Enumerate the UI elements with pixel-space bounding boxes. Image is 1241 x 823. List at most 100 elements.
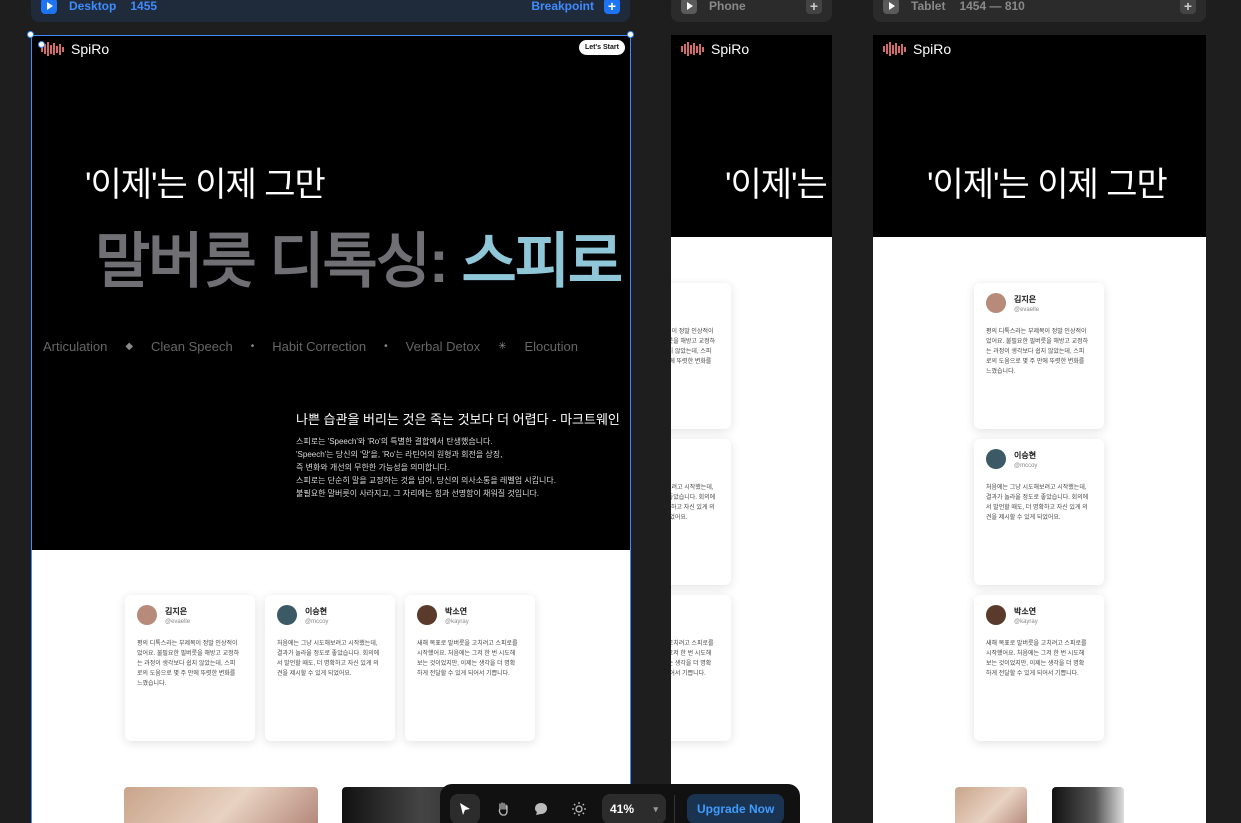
hand-tool-button[interactable] bbox=[488, 794, 518, 823]
reviewer-handle: @kayray bbox=[445, 618, 469, 625]
intro-line: 'Speech'는 당신의 '말'을, 'Ro'는 라틴어의 원형과 회전을 상… bbox=[296, 450, 503, 459]
intro-line: 스피로는 단순히 말을 교정하는 것을 넘어, 당신의 의사소통을 레벨업 시킵… bbox=[296, 476, 556, 485]
reviewer-handle: @evaelle bbox=[165, 618, 191, 625]
preview-play-icon[interactable] bbox=[883, 0, 899, 14]
avatar bbox=[277, 605, 297, 625]
testimonial-card[interactable]: 김지은@evaelle 평의 디톡스라는 부제목이 정말 인상적이 었어요. 불… bbox=[671, 283, 731, 429]
hero-title-accent: 스피로 bbox=[461, 228, 624, 295]
add-breakpoint-button[interactable]: + bbox=[806, 0, 822, 14]
avatar bbox=[986, 605, 1006, 625]
testimonial-card[interactable]: 박소연@kayray 새해 목표로 말버릇을 고치려고 스피로를 시작했어요. … bbox=[671, 595, 731, 741]
reviewer-name: 이승현 bbox=[1014, 450, 1037, 460]
diamond-icon: ◆ bbox=[125, 341, 134, 352]
breakpoint-header-desktop[interactable]: Desktop 1455 Breakpoint + bbox=[31, 0, 630, 22]
select-tool-button[interactable] bbox=[450, 794, 480, 823]
phone-frame[interactable]: SpiRo '이제'는 이제 그만 김지은@evaelle 평의 디톡스라는 부… bbox=[671, 35, 832, 823]
desktop-frame[interactable]: SpiRo Let's Start '이제'는 이제 그만 말버릇 디톡싱: 스… bbox=[31, 35, 630, 823]
review-text: 처음에는 그냥 시도해보려고 시작했는데, 결과가 놀라울 정도로 좋았습니다.… bbox=[986, 485, 1089, 521]
marquee-item: Articulation bbox=[43, 339, 108, 354]
review-text: 새해 목표로 말버릇을 고치려고 스피로를 시작했어요. 처음에는 그저 한 번… bbox=[986, 641, 1087, 677]
resize-handle[interactable] bbox=[38, 41, 45, 48]
zoom-value: 41% bbox=[610, 802, 635, 816]
hero-subtitle: '이제'는 이제 그만 bbox=[927, 166, 1168, 204]
hero-subtitle: '이제'는 이제 그만 bbox=[725, 166, 832, 204]
comment-tool-button[interactable] bbox=[526, 794, 556, 823]
review-text: 새해 목표로 말버릇을 고치려고 스피로를 시작했어요. 처음에는 그저 한 번… bbox=[417, 641, 518, 677]
theme-toggle-button[interactable] bbox=[564, 794, 594, 823]
preview-play-icon[interactable] bbox=[41, 0, 57, 14]
hand-icon bbox=[498, 802, 508, 816]
intro-line: 즉 변화와 개선의 무한한 가능성을 의미합니다. bbox=[296, 463, 450, 472]
reviewer-handle: @mccoy bbox=[305, 618, 329, 625]
marquee-item: Habit Correction bbox=[272, 339, 367, 354]
resize-handle[interactable] bbox=[27, 31, 34, 38]
reviewer-name: 박소연 bbox=[1014, 606, 1037, 616]
keyword-marquee: Articulation ◆ Clean Speech • Habit Correc… bbox=[43, 339, 578, 354]
review-text: 새해 목표로 말버릇을 고치려고 스피로를 시작했어요. 처음에는 그저 한 번… bbox=[671, 641, 714, 677]
add-breakpoint-button[interactable]: + bbox=[604, 0, 620, 14]
hero-title: 말버릇 디톡싱: 스피로 bbox=[95, 213, 624, 300]
reviewer-handle: @mccoy bbox=[1014, 462, 1038, 469]
intro-line: 스피로는 'Speech'와 'Ro'의 특별한 결합에서 탄생했습니다. bbox=[296, 437, 493, 446]
breakpoint-header-phone[interactable]: Phone + bbox=[671, 0, 832, 22]
testimonial-card[interactable]: 이승현 @mccoy 처음에는 그냥 시도해보려고 시작했는데, 결과가 놀라울 … bbox=[265, 595, 395, 741]
breakpoint-header-tablet[interactable]: Tablet 1454 — 810 + bbox=[873, 0, 1206, 22]
breakpoint-name: Tablet bbox=[911, 0, 946, 13]
upgrade-now-button[interactable]: Upgrade Now bbox=[687, 794, 785, 823]
logo-wave-icon bbox=[681, 42, 705, 56]
hero-title-grey: 말버릇 디톡싱: bbox=[95, 228, 462, 295]
intro-paragraph: 스피로는 'Speech'와 'Ro'의 특별한 결합에서 탄생했습니다. 'S… bbox=[296, 435, 556, 500]
intro-line: 불필요한 말버릇이 사라지고, 그 자리에는 힘과 선명함이 채워질 것입니다. bbox=[296, 489, 540, 498]
site-logo[interactable]: SpiRo bbox=[681, 41, 749, 57]
photo-thumbnail bbox=[955, 787, 1027, 823]
review-text: 처음에는 그냥 시도해보려고 시작했는데, 결과가 놀라울 정도로 좋았습니다.… bbox=[277, 641, 380, 677]
resize-handle[interactable] bbox=[627, 31, 634, 38]
design-canvas[interactable]: Desktop 1455 Breakpoint + Phone + Tablet… bbox=[0, 0, 1241, 823]
add-breakpoint-button[interactable]: + bbox=[1180, 0, 1196, 14]
avatar bbox=[417, 605, 437, 625]
site-logo[interactable]: SpiRo bbox=[41, 41, 109, 57]
zoom-select[interactable]: 41% ▾ bbox=[602, 794, 666, 823]
site-logo[interactable]: SpiRo bbox=[883, 41, 951, 57]
preview-play-icon[interactable] bbox=[681, 0, 697, 14]
tablet-frame[interactable]: SpiRo '이제'는 이제 그만 김지은 @evaelle 평의 디톡스라는 부… bbox=[873, 35, 1206, 823]
testimonial-card[interactable]: 김지은 @evaelle 평의 디톡스라는 부제목이 정말 인상적이 었어요. 불… bbox=[974, 283, 1104, 429]
reviewer-name: 박소연 bbox=[445, 606, 468, 616]
review-text: 평의 디톡스라는 부제목이 정말 인상적이 었어요. 불필요한 필버릇을 해방고… bbox=[137, 641, 240, 687]
brand-name: SpiRo bbox=[71, 41, 110, 57]
breakpoint-label[interactable]: Breakpoint bbox=[531, 0, 594, 13]
reviewer-name: 이승현 bbox=[305, 606, 328, 616]
testimonial-card[interactable]: 박소연 @kayray 새해 목표로 말버릇을 고치려고 스피로를 시작했어요. … bbox=[405, 595, 535, 741]
testimonial-card[interactable]: 김지은 @evaelle 평의 디톡스라는 부제목이 정말 인상적이 었어요. 불… bbox=[125, 595, 255, 741]
review-text: 평의 디톡스라는 부제목이 정말 인상적이 었어요. 불필요한 필버릇을 해방고… bbox=[986, 329, 1089, 375]
testimonial-card[interactable]: 박소연 @kayray 새해 목표로 말버릇을 고치려고 스피로를 시작했어요. … bbox=[974, 595, 1104, 741]
breakpoint-size: 1455 bbox=[130, 0, 158, 13]
comment-icon bbox=[535, 803, 547, 815]
brand-name: SpiRo bbox=[711, 41, 750, 57]
testimonial-card[interactable]: 이승현@mccoy 처음에는 그냥 시도해보려고 시작했는데, 결과가 놀라울 … bbox=[671, 439, 731, 585]
brand-name: SpiRo bbox=[913, 41, 952, 57]
sparkle-icon: ✳ bbox=[498, 341, 507, 352]
sun-icon bbox=[572, 802, 586, 816]
photo-thumbnail bbox=[1052, 787, 1124, 823]
review-text: 처음에는 그냥 시도해보려고 시작했는데, 결과가 놀라울 정도로 좋았습니다.… bbox=[671, 485, 716, 521]
bottom-toolbar: 41% ▾ Upgrade Now bbox=[440, 784, 800, 823]
marquee-item: Clean Speech bbox=[151, 339, 233, 354]
dot-icon: • bbox=[384, 341, 388, 352]
avatar bbox=[137, 605, 157, 625]
testimonial-card[interactable]: 이승현 @mccoy 처음에는 그냥 시도해보려고 시작했는데, 결과가 놀라울 … bbox=[974, 439, 1104, 585]
avatar bbox=[986, 293, 1006, 313]
breakpoint-name: Desktop bbox=[69, 0, 117, 13]
reviewer-name: 김지은 bbox=[1014, 294, 1037, 304]
hero-subtitle: '이제'는 이제 그만 bbox=[85, 166, 326, 204]
quote-heading: 나쁜 습관을 버리는 것은 죽는 것보다 더 어렵다 - 마크트웨인 bbox=[296, 412, 620, 427]
breakpoint-name: Phone bbox=[709, 0, 746, 13]
reviewer-handle: @evaelle bbox=[1014, 306, 1040, 313]
chevron-down-icon: ▾ bbox=[653, 803, 658, 814]
lets-start-button[interactable]: Let's Start bbox=[579, 40, 625, 55]
breakpoint-size: 1454 — 810 bbox=[959, 0, 1025, 13]
logo-wave-icon bbox=[883, 42, 907, 56]
marquee-item: Elocution bbox=[524, 339, 578, 354]
reviewer-handle: @kayray bbox=[1014, 618, 1038, 625]
reviewer-name: 김지은 bbox=[165, 606, 188, 616]
